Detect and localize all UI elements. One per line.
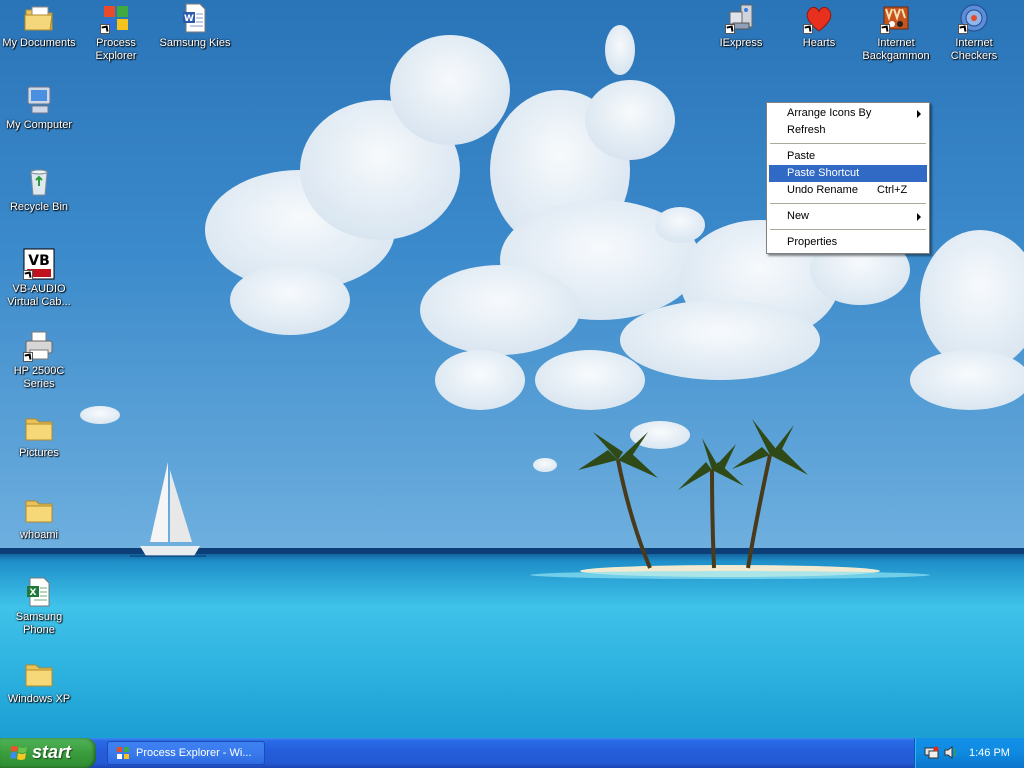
menu-item-label: Undo Rename: [787, 184, 858, 196]
start-button[interactable]: start: [0, 738, 96, 768]
menu-item-shortcut-key: Ctrl+Z: [877, 184, 908, 196]
desktop-icon-windows-xp[interactable]: Windows XP: [0, 658, 78, 706]
desktop-icon-label: Recycle Bin: [9, 201, 69, 213]
menu-item-label: Paste: [787, 150, 816, 162]
taskbar-clock[interactable]: 1:46 PM: [969, 747, 1010, 759]
process-explorer-icon: [117, 747, 129, 759]
desktop-icon-label: My Computer: [5, 119, 73, 131]
desktop-icon-label: VB-AUDIO Virtual Cab...: [7, 283, 71, 308]
desktop-icon-label: Internet Checkers: [950, 37, 998, 62]
svg-text:VB: VB: [28, 253, 50, 269]
menu-separator: [770, 229, 926, 230]
desktop-icon-hearts[interactable]: Hearts: [780, 2, 858, 50]
desktop-icon-my-computer[interactable]: My Computer: [0, 84, 78, 132]
iexpress-icon: [725, 2, 757, 34]
desktop-icon-label: Windows XP: [7, 693, 71, 705]
submenu-arrow-icon: [917, 110, 921, 118]
desktop-icon-internet-backgammon[interactable]: Internet Backgammon: [857, 2, 935, 63]
shortcut-arrow-icon: [100, 24, 110, 34]
desktop-icon-samsung-kies[interactable]: W Samsung Kies: [156, 2, 234, 50]
menu-item-new[interactable]: New: [769, 208, 927, 225]
menu-separator: [770, 143, 926, 144]
shortcut-arrow-icon: [23, 270, 33, 280]
menu-item-label: New: [787, 210, 810, 222]
vb-audio-icon: VB: [23, 248, 55, 280]
hearts-icon: [803, 2, 835, 34]
desktop-icon-label: HP 2500C Series: [13, 365, 65, 390]
menu-item-arrange-icons-by[interactable]: Arrange Icons By: [769, 105, 927, 122]
my-computer-icon: [23, 84, 55, 116]
my-documents-icon: [23, 2, 55, 34]
desktop-context-menu: Arrange Icons By Refresh Paste Paste Sho…: [766, 102, 930, 254]
desktop-icon-samsung-phone[interactable]: X Samsung Phone: [0, 576, 78, 637]
menu-item-paste-shortcut[interactable]: Paste Shortcut: [769, 165, 927, 182]
desktop-icon-whoami[interactable]: whoami: [0, 494, 78, 542]
desktop-icon-internet-checkers[interactable]: Internet Checkers: [935, 2, 1013, 63]
excel-document-icon: X: [23, 576, 55, 608]
system-tray: 1:46 PM: [914, 738, 1024, 768]
menu-item-undo-rename[interactable]: Undo Rename Ctrl+Z: [769, 182, 927, 199]
desktop-icon-label: My Documents: [2, 37, 76, 49]
desktop-icon-label: Samsung Phone: [15, 611, 63, 636]
menu-item-label: Arrange Icons By: [787, 107, 872, 119]
shortcut-arrow-icon: [23, 352, 33, 362]
menu-item-properties[interactable]: Properties: [769, 234, 927, 251]
desktop-icon-iexpress[interactable]: IExpress: [702, 2, 780, 50]
volume-icon[interactable]: [943, 745, 958, 760]
shortcut-arrow-icon: [880, 24, 890, 34]
svg-text:W: W: [184, 14, 194, 24]
desktop-icon-pictures[interactable]: Pictures: [0, 412, 78, 460]
desktop-icon-label: Pictures: [19, 447, 59, 459]
taskbar-button-label: Process Explorer - Wi...: [136, 747, 252, 759]
desktop-icon-label: Hearts: [802, 37, 836, 49]
menu-separator: [770, 203, 926, 204]
menu-item-label: Paste Shortcut: [787, 167, 860, 179]
shortcut-arrow-icon: [803, 24, 813, 34]
menu-item-label: Refresh: [787, 124, 826, 136]
menu-item-refresh[interactable]: Refresh: [769, 122, 927, 139]
desktop-icon-label: Samsung Kies: [159, 37, 231, 49]
desktop-icon-vb-audio[interactable]: VB VB-AUDIO Virtual Cab...: [0, 248, 78, 309]
folder-icon: [23, 494, 55, 526]
internet-backgammon-icon: [880, 2, 912, 34]
start-label: start: [32, 742, 72, 762]
menu-item-label: Properties: [787, 236, 838, 248]
desktop-icon-hp-printer[interactable]: HP 2500C Series: [0, 330, 78, 391]
menu-item-paste[interactable]: Paste: [769, 148, 927, 165]
submenu-arrow-icon: [917, 213, 921, 221]
recycle-bin-icon: [23, 166, 55, 198]
taskbar: start Process Explorer - Wi... 1:46 PM: [0, 738, 1024, 768]
desktop-icon-my-documents[interactable]: My Documents: [0, 2, 78, 50]
printer-icon: [23, 330, 55, 362]
folder-icon: [23, 658, 55, 690]
windows-logo-icon: [10, 746, 27, 760]
taskbar-button-process-explorer[interactable]: Process Explorer - Wi...: [107, 741, 265, 765]
shortcut-arrow-icon: [725, 24, 735, 34]
desktop-icon-recycle-bin[interactable]: Recycle Bin: [0, 166, 78, 214]
process-explorer-icon: [100, 2, 132, 34]
desktop-icon-label: whoami: [20, 529, 58, 541]
desktop-icon-label: Internet Backgammon: [862, 37, 930, 62]
svg-text:X: X: [30, 588, 37, 598]
desktop-icon-label: IExpress: [719, 37, 763, 49]
shortcut-arrow-icon: [958, 24, 968, 34]
network-icon[interactable]: [924, 745, 939, 760]
desktop-icon-label: Process Explorer: [95, 37, 137, 62]
word-document-icon: W: [179, 2, 211, 34]
desktop-icon-process-explorer[interactable]: Process Explorer: [77, 2, 155, 63]
folder-icon: [23, 412, 55, 444]
internet-checkers-icon: [958, 2, 990, 34]
